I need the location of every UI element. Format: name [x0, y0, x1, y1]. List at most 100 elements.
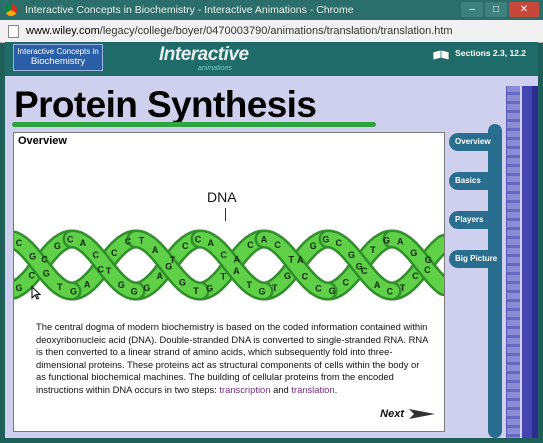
dna-base-upper: A [84, 280, 91, 290]
dna-base-lower: A [374, 280, 381, 290]
url-path: /legacy/college/boyer/0470003790/animati… [99, 25, 453, 37]
dna-double-helix: CGGT GACCC TAGGT GTACACTCC GCGTG AGCGCCGC ACTG… [14, 229, 444, 301]
dna-base-upper: C [424, 265, 431, 275]
transcription-link[interactable]: transcription [219, 384, 270, 395]
next-arrow-icon [409, 409, 435, 419]
interactive-logo: Interactive [159, 44, 249, 65]
next-label: Next [380, 408, 404, 420]
dna-base-upper: C [274, 240, 281, 250]
dna-base-lower: C [182, 241, 189, 251]
dna-base-upper: G [410, 248, 417, 258]
dna-base-upper: T [193, 286, 199, 296]
dna-base-lower: G [118, 280, 125, 290]
nav-basics-button[interactable]: Basics [449, 172, 501, 190]
dna-base-upper: G [179, 277, 186, 287]
next-button[interactable]: Next [380, 408, 436, 420]
animation-app: Interactive Concepts in Biochemistry Int… [5, 42, 538, 438]
nav-players-button[interactable]: Players [449, 211, 501, 229]
dna-base-lower: G [54, 241, 61, 251]
dna-base-lower: G [284, 271, 291, 281]
dna-base-lower: A [156, 271, 163, 281]
dna-base-lower: C [335, 238, 342, 248]
dna-base-lower: G [348, 250, 355, 260]
dna-base-upper: A [397, 237, 404, 247]
dna-base-upper: T [57, 282, 63, 292]
dna-base-lower: C [361, 266, 368, 276]
url-text[interactable]: www.wiley.com/legacy/college/boyer/04700… [26, 23, 453, 39]
title-underline [12, 122, 376, 127]
nav-overview-button[interactable]: Overview [449, 133, 501, 151]
dna-base-lower: A [297, 255, 304, 265]
dna-base-lower: T [170, 255, 176, 265]
dna-base-upper: C [111, 248, 118, 258]
paragraph-end: . [334, 383, 338, 395]
dna-base-upper: A [152, 245, 159, 255]
content-panel: Overview DNA CGGTGACCCTAGGTGTACACTCCGCGT… [13, 132, 445, 432]
dna-base-lower: G [15, 283, 22, 293]
dna-base-lower: C [220, 250, 227, 260]
address-bar[interactable]: www.wiley.com/legacy/college/boyer/04700… [0, 20, 543, 43]
mouse-cursor-icon [31, 286, 41, 300]
section-heading: Overview [18, 135, 67, 147]
dna-label: DNA [207, 189, 237, 205]
chrome-logo-icon [5, 4, 17, 16]
dna-base-lower: C [41, 255, 48, 265]
dna-base-upper: T [139, 235, 145, 245]
dna-base-lower: T [400, 283, 406, 293]
dna-base-lower: C [92, 250, 99, 260]
dna-base-lower: A [233, 266, 240, 276]
dna-base-lower: C [195, 235, 202, 245]
dna-base-upper: G [43, 268, 50, 278]
translation-link[interactable]: translation [291, 384, 334, 395]
page-icon [8, 25, 19, 38]
window-title: Interactive Concepts in Biochemistry - I… [25, 4, 354, 16]
dna-base-upper: A [261, 235, 268, 245]
dna-base-lower: G [131, 286, 138, 296]
browser-title-bar: Interactive Concepts in Biochemistry - I… [0, 0, 543, 20]
dna-base-upper: G [206, 284, 213, 294]
dna-base-lower: G [258, 286, 265, 296]
brand-line2: Biochemistry [30, 56, 86, 67]
dna-base-lower: T [272, 283, 278, 293]
dna-base-upper: T [370, 245, 376, 255]
interactive-logo-sub: animations [198, 65, 232, 72]
close-icon[interactable]: ✕ [509, 2, 539, 17]
maximize-icon[interactable]: □ [485, 2, 507, 17]
dna-base-upper: C [97, 265, 104, 275]
paragraph-and: and [270, 383, 292, 395]
dna-base-upper: C [342, 277, 349, 287]
dna-base-upper: G [70, 286, 77, 296]
dna-base-lower: G [310, 241, 317, 251]
dna-base-lower: A [80, 238, 87, 248]
dna-base-upper: G [329, 286, 336, 296]
dna-base-lower: C [412, 271, 419, 281]
overview-paragraph: The central dogma of modern biochemistry… [36, 321, 431, 397]
dna-base-lower: G [322, 235, 329, 245]
dna-base-upper: C [302, 272, 309, 282]
dna-base-lower: T [246, 280, 252, 290]
nav-rail-blue [522, 86, 532, 438]
dna-base-upper: G [383, 235, 390, 245]
dna-base-lower: T [106, 266, 112, 276]
nav-big-picture-button[interactable]: Big Picture [449, 250, 501, 268]
url-host: www.wiley.com [26, 25, 100, 37]
dna-base-lower: G [143, 283, 150, 293]
nav-film-stripe [506, 86, 520, 438]
dna-base-upper: C [247, 240, 254, 250]
minimize-icon[interactable]: – [461, 2, 483, 17]
dna-base-upper: T [289, 255, 295, 265]
dna-base-upper: C [315, 284, 322, 294]
dna-base-upper: A [234, 254, 241, 264]
dna-base-lower: A [208, 238, 215, 248]
dna-base-lower: G [425, 255, 432, 265]
dna-base-lower: C [67, 235, 74, 245]
nav-rail-dark [532, 86, 538, 438]
page-title: Protein Synthesis [14, 84, 317, 125]
dna-base-upper: T [220, 271, 226, 281]
brand-box[interactable]: Interactive Concepts in Biochemistry [13, 44, 103, 71]
window-controls: – □ ✕ [461, 2, 539, 17]
dna-base-lower: C [387, 286, 394, 296]
dna-base-upper: C [16, 238, 23, 248]
side-navigation: Overview Basics Players Big Picture [445, 42, 538, 438]
dna-base-upper: C [125, 237, 132, 247]
